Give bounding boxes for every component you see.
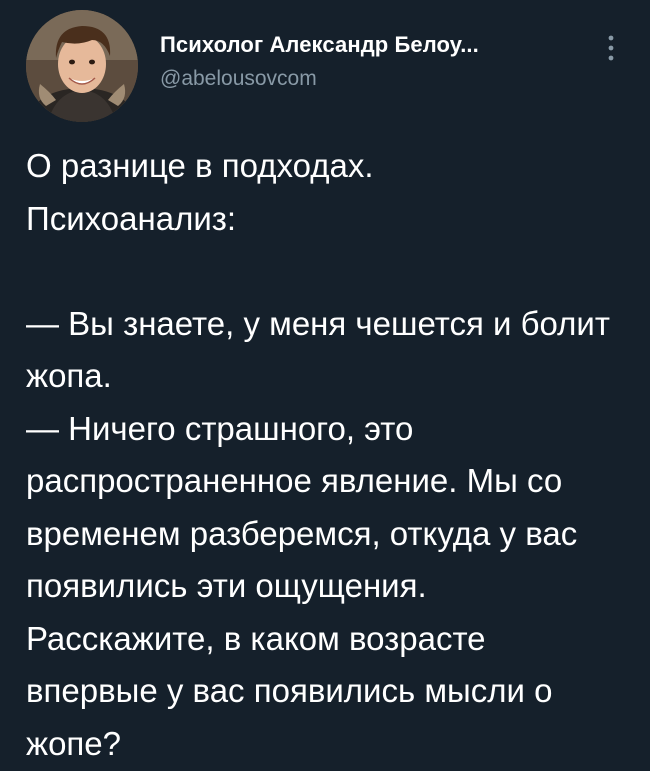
tweet: Психолог Александр Белоу... @abelousovco…	[0, 0, 650, 771]
more-vertical-icon	[608, 35, 614, 61]
tweet-text: О разнице в подходах. Психоанализ: — Вы …	[26, 147, 610, 762]
author-info: Психолог Александр Белоу... @abelousovco…	[160, 31, 580, 93]
avatar[interactable]	[26, 10, 138, 122]
profile-photo-icon	[26, 10, 138, 122]
author-handle[interactable]: @abelousovcom	[160, 65, 580, 93]
more-options-button[interactable]	[593, 28, 629, 68]
author-display-name[interactable]: Психолог Александр Белоу...	[160, 31, 580, 59]
